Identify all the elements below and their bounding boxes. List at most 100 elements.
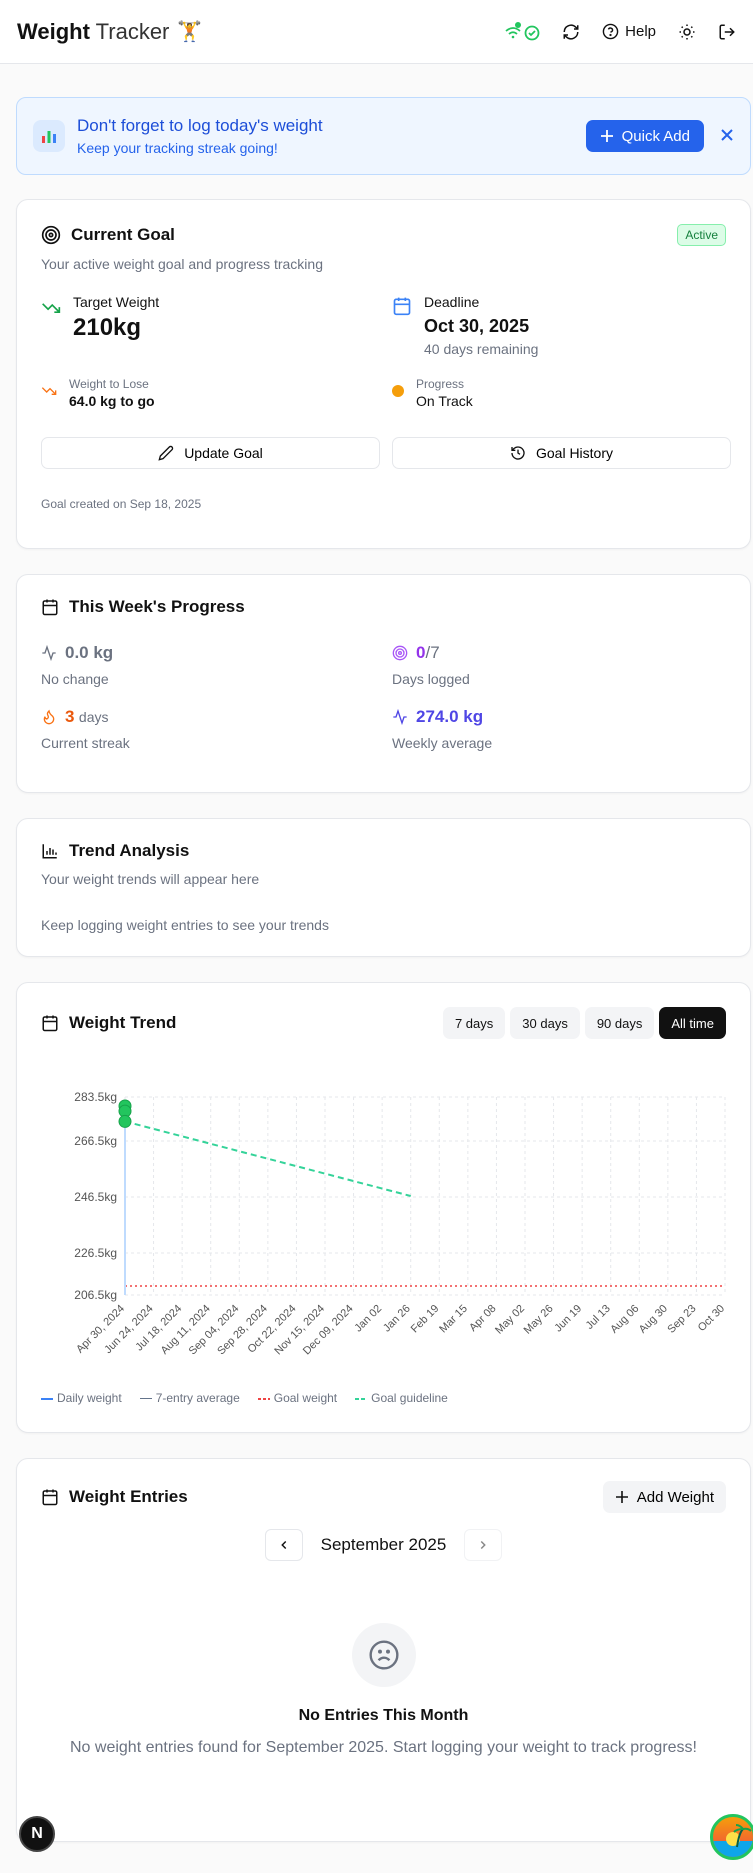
- activity-icon: [42, 645, 56, 661]
- calendar-icon: [42, 1489, 58, 1506]
- history-icon: [511, 446, 525, 460]
- refresh-icon[interactable]: [562, 23, 580, 41]
- target-weight-value: 210kg: [73, 314, 142, 341]
- x-tick-label: May 02: [493, 1303, 527, 1337]
- bar-chart-icon: [33, 120, 65, 152]
- target-icon: [392, 645, 408, 661]
- legend-7-entry-average: 7-entry average: [139, 1391, 240, 1405]
- trend-analysis-card: Trend Analysis Your weight trends will a…: [16, 818, 751, 957]
- legend-goal-weight: Goal weight: [257, 1391, 337, 1405]
- current-goal-card: Current Goal Active Your active weight g…: [16, 199, 751, 549]
- quick-add-label: Quick Add: [621, 127, 690, 145]
- quick-add-button[interactable]: Quick Add: [585, 120, 704, 152]
- sad-face-icon: [351, 1623, 416, 1687]
- weight-trend-card: Weight Trend 7 days 30 days 90 days All …: [16, 982, 751, 1433]
- y-tick-label: 226.5kg: [74, 1246, 117, 1260]
- days-logged-label: Days logged: [392, 671, 470, 687]
- theme-toggle-sun-icon[interactable]: [678, 23, 696, 41]
- previous-month-button[interactable]: [264, 1529, 303, 1561]
- target-icon: [41, 225, 61, 245]
- weight-entries-card: Weight Entries Add Weight September 2025…: [16, 1458, 751, 1842]
- trending-down-icon: [42, 303, 61, 313]
- weight-trend-chart: 283.5kg 266.5kg 246.5kg 226.5kg 206.5kgApr 3…: [74, 1090, 727, 1357]
- brand-emoji: 🏋: [177, 21, 203, 43]
- x-tick-label: Sep 23: [665, 1303, 698, 1336]
- update-goal-label: Update Goal: [184, 445, 263, 461]
- status-badge: Active: [677, 224, 726, 246]
- x-tick-label: Aug 30: [637, 1303, 670, 1336]
- days-remaining: 40 days remaining: [424, 341, 539, 357]
- help-button[interactable]: Help: [602, 23, 656, 40]
- target-weight-label: Target Weight: [73, 294, 160, 310]
- progress-label: Progress: [416, 377, 465, 391]
- help-icon: [602, 23, 619, 40]
- trend-message: Keep logging weight entries to see your …: [41, 917, 329, 933]
- add-weight-button[interactable]: Add Weight: [602, 1481, 726, 1513]
- banner-title: Don't forget to log today's weight: [77, 116, 323, 135]
- plus-icon: [600, 130, 613, 142]
- sync-status-icon: [504, 20, 540, 44]
- x-tick-label: Mar 15: [437, 1303, 470, 1336]
- daily-weight-point: [118, 1114, 132, 1128]
- flame-icon: [43, 709, 55, 725]
- user-avatar[interactable]: [710, 1814, 753, 1860]
- title-rest: Tracker: [95, 18, 170, 44]
- trending-down-orange-icon: [41, 387, 57, 395]
- empty-title: No Entries This Month: [298, 1707, 469, 1724]
- chart-legend: Daily weight 7-entry average Goal weight…: [41, 1391, 448, 1405]
- range-7-days-button[interactable]: 7 days: [442, 1007, 506, 1039]
- weekly-average-label: Weekly average: [392, 735, 493, 751]
- weight-to-lose-value: 64.0 kg to go: [69, 393, 155, 409]
- weekly-progress-card: This Week's Progress 0.0 kg No change 0/…: [16, 574, 751, 793]
- goal-history-label: Goal History: [535, 445, 614, 461]
- entries-title: Weight Entries: [69, 1487, 188, 1506]
- x-tick-label: Jan 26: [381, 1303, 413, 1335]
- y-tick-label: 246.5kg: [74, 1190, 117, 1204]
- weight-to-lose-label: Weight to Lose: [69, 377, 149, 391]
- chart-title: Weight Trend: [69, 1013, 177, 1032]
- update-goal-button[interactable]: Update Goal: [41, 437, 380, 469]
- close-banner-icon[interactable]: [720, 125, 734, 148]
- x-tick-label: Feb 19: [409, 1303, 442, 1336]
- days-logged-total: /7: [425, 643, 440, 662]
- empty-message: No weight entries found for September 20…: [69, 1739, 697, 1756]
- calendar-icon: [393, 297, 411, 316]
- x-tick-label: Aug 06: [608, 1303, 641, 1336]
- goal-description: Your active weight goal and progress tra…: [41, 256, 323, 272]
- x-tick-label: Jan 02: [352, 1303, 384, 1335]
- current-month: September 2025: [320, 1535, 447, 1554]
- pencil-icon: [158, 445, 174, 461]
- week-title: This Week's Progress: [69, 597, 245, 616]
- legend-daily-weight: Daily weight: [41, 1391, 122, 1405]
- progress-dot-icon: [392, 385, 404, 397]
- activity-icon: [393, 709, 407, 725]
- x-tick-label: Oct 30: [696, 1303, 727, 1334]
- y-tick-label: 266.5kg: [74, 1134, 117, 1148]
- title-bold: Weight: [17, 18, 90, 44]
- streak-value: 3: [65, 707, 75, 726]
- goal-created-date: Goal created on Sep 18, 2025: [41, 497, 202, 511]
- weight-change-value: 0.0 kg: [65, 643, 114, 662]
- progress-value: On Track: [416, 393, 473, 409]
- chevron-left-icon: [280, 1540, 286, 1550]
- logout-icon[interactable]: [718, 23, 736, 41]
- reminder-banner: Don't forget to log today's weight Keep …: [16, 97, 751, 175]
- range-all-time-button[interactable]: All time: [659, 1007, 726, 1039]
- range-30-days-button[interactable]: 30 days: [510, 1007, 580, 1039]
- range-selector: 7 days 30 days 90 days All time: [442, 1007, 726, 1039]
- month-navigation: September 2025: [41, 1529, 726, 1561]
- goal-history-button[interactable]: Goal History: [392, 437, 731, 469]
- weekly-average-value: 274.0 kg: [416, 707, 484, 726]
- trend-title: Trend Analysis: [69, 841, 190, 860]
- banner-subtitle: Keep your tracking streak going!: [77, 140, 278, 156]
- x-tick-label: Apr 30, 2024: [74, 1303, 127, 1356]
- dev-tools-badge[interactable]: N: [19, 1816, 55, 1852]
- range-90-days-button[interactable]: 90 days: [584, 1007, 655, 1039]
- deadline-label: Deadline: [424, 294, 480, 310]
- trend-subtitle: Your weight trends will appear here: [41, 871, 260, 887]
- help-label: Help: [625, 23, 656, 40]
- x-tick-label: May 26: [522, 1303, 556, 1337]
- next-month-button[interactable]: [464, 1529, 503, 1561]
- app-title: Weight Tracker 🏋: [17, 19, 202, 45]
- calendar-icon: [42, 599, 58, 616]
